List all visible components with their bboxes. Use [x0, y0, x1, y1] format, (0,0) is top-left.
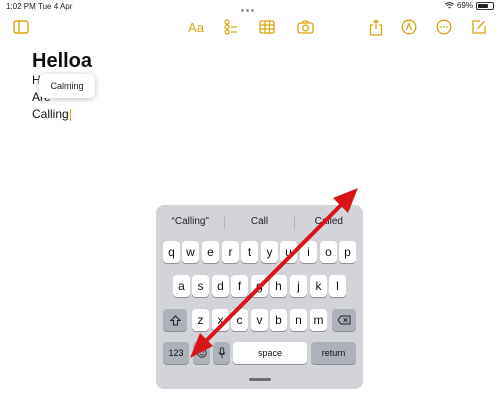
format-button[interactable]: Aa — [183, 16, 209, 38]
wifi-icon — [445, 2, 454, 9]
checklist-icon[interactable] — [220, 16, 242, 38]
key-r[interactable]: r — [222, 241, 239, 263]
note-line-3[interactable]: Calling — [32, 106, 92, 123]
backspace-key[interactable] — [332, 309, 356, 331]
more-icon[interactable] — [433, 16, 455, 38]
status-bar: 1:02 PM Tue 4 Apr 69% — [0, 0, 500, 12]
key-q[interactable]: q — [163, 241, 180, 263]
key-n[interactable]: n — [290, 309, 307, 331]
microphone-icon — [217, 347, 226, 358]
key-w[interactable]: w — [182, 241, 199, 263]
status-date: Tue 4 Apr — [38, 2, 73, 11]
key-y[interactable]: y — [261, 241, 278, 263]
dictation-key[interactable] — [213, 342, 230, 364]
key-m[interactable]: m — [310, 309, 327, 331]
key-g[interactable]: g — [251, 275, 268, 297]
sidebar-icon[interactable] — [10, 16, 32, 38]
emoji-icon — [196, 348, 207, 358]
share-icon[interactable] — [365, 16, 387, 38]
autocorrect-suggestion[interactable]: Calming — [39, 74, 95, 98]
key-f[interactable]: f — [231, 275, 248, 297]
return-key[interactable]: return — [311, 342, 356, 364]
compose-icon[interactable] — [468, 16, 490, 38]
status-right: 69% — [445, 1, 494, 10]
key-k[interactable]: k — [310, 275, 327, 297]
numbers-key[interactable]: 123 — [163, 342, 189, 364]
shift-icon — [169, 314, 181, 325]
key-u[interactable]: u — [280, 241, 297, 263]
key-s[interactable]: s — [192, 275, 209, 297]
table-icon[interactable] — [256, 16, 278, 38]
key-v[interactable]: v — [251, 309, 268, 331]
key-l[interactable]: l — [329, 275, 346, 297]
prediction-3[interactable]: Called — [295, 211, 363, 233]
key-z[interactable]: z — [192, 309, 209, 331]
camera-icon[interactable] — [294, 16, 316, 38]
key-a[interactable]: a — [173, 275, 190, 297]
key-j[interactable]: j — [290, 275, 307, 297]
key-b[interactable]: b — [270, 309, 287, 331]
key-x[interactable]: x — [212, 309, 229, 331]
key-p[interactable]: p — [339, 241, 356, 263]
text-caret — [69, 108, 71, 121]
space-key[interactable]: space — [233, 342, 307, 364]
floating-keyboard: “Calling” Call Called q w e r t y u i o … — [156, 205, 363, 389]
battery-fill — [478, 3, 488, 8]
markup-icon[interactable] — [398, 16, 420, 38]
status-time: 1:02 PM — [6, 2, 36, 11]
key-c[interactable]: c — [231, 309, 248, 331]
toolbar: Aa — [0, 14, 500, 44]
battery-percent: 69% — [456, 1, 473, 10]
key-o[interactable]: o — [320, 241, 337, 263]
keyboard-grabber[interactable] — [249, 378, 271, 381]
key-e[interactable]: e — [202, 241, 219, 263]
battery-icon — [476, 1, 494, 10]
note-title[interactable]: Helloa — [32, 50, 92, 72]
note-line-3-text: Calling — [32, 107, 69, 121]
prediction-2[interactable]: Call — [225, 211, 293, 233]
multitasking-dots[interactable] — [241, 5, 259, 12]
prediction-1[interactable]: “Calling” — [156, 211, 224, 233]
emoji-key[interactable] — [193, 342, 210, 364]
key-i[interactable]: i — [300, 241, 317, 263]
shift-key[interactable] — [163, 309, 187, 331]
key-t[interactable]: t — [241, 241, 258, 263]
key-h[interactable]: h — [270, 275, 287, 297]
backspace-icon — [337, 315, 351, 325]
key-d[interactable]: d — [212, 275, 229, 297]
predictive-bar: “Calling” Call Called — [156, 211, 363, 233]
